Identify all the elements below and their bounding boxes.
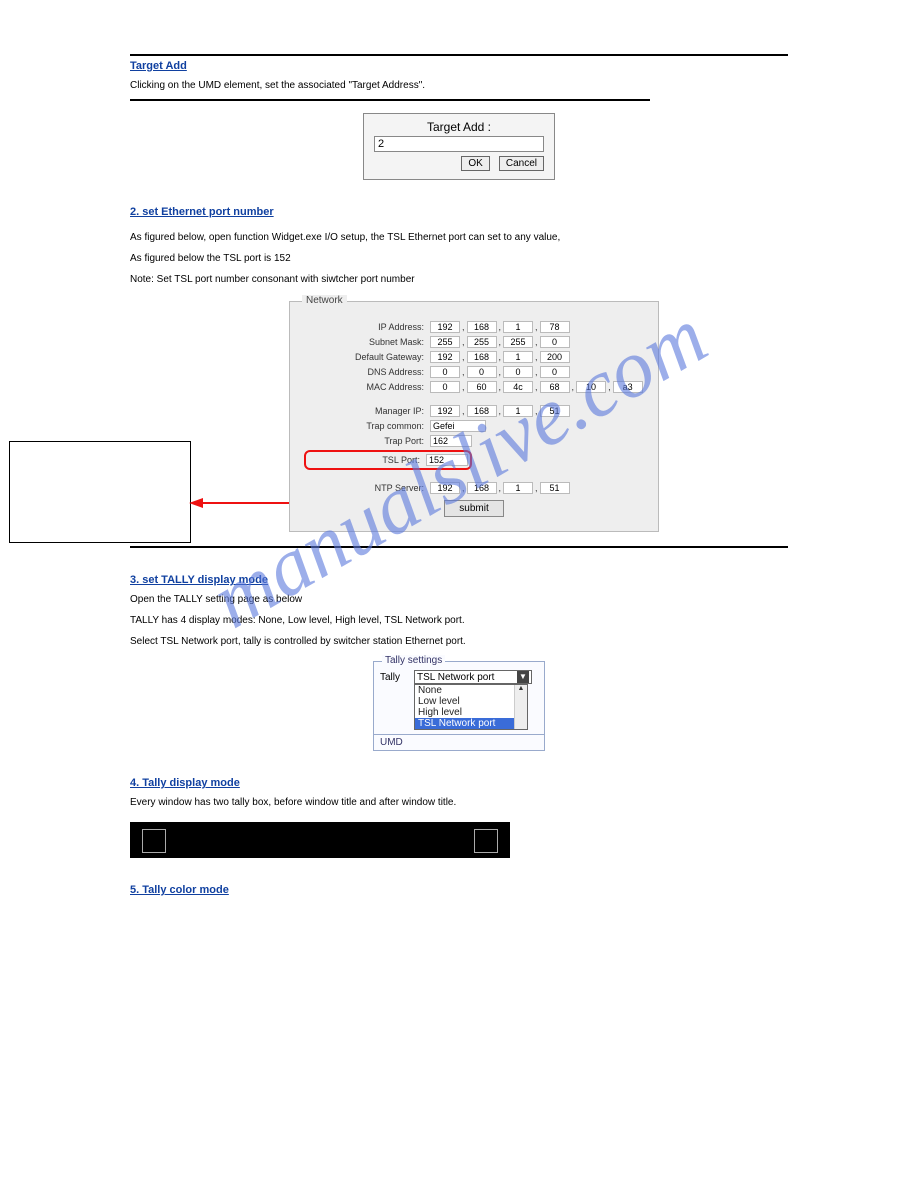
chevron-down-icon: ▼	[517, 671, 529, 683]
dns-o2[interactable]	[467, 366, 497, 378]
gw-label: Default Gateway:	[304, 352, 430, 362]
mac-o3[interactable]	[503, 381, 533, 393]
ip-o1[interactable]	[430, 321, 460, 333]
ethernet-body1: As figured below, open function Widget.e…	[130, 230, 788, 245]
mask-o1[interactable]	[430, 336, 460, 348]
mac-o4[interactable]	[540, 381, 570, 393]
tally-preview-bar	[130, 822, 510, 858]
scroll-up-icon[interactable]: ▲	[515, 685, 527, 695]
section-tally-title: 3. set TALLY display mode	[130, 574, 788, 586]
target-add-input[interactable]	[374, 136, 544, 152]
ntp-o1[interactable]	[430, 482, 460, 494]
trapc-input[interactable]	[430, 420, 486, 432]
target-add-label: Target Add :	[374, 120, 544, 134]
tallydisp-body: Every window has two tally box, before w…	[130, 795, 788, 810]
mgr-label: Manager IP:	[304, 406, 430, 416]
tsl-label: TSL Port:	[308, 455, 426, 465]
tally-body1: Open the TALLY setting page as below	[130, 592, 788, 607]
tally-dropdown-list[interactable]: ▲ None Low level High level TSL Network …	[414, 684, 528, 730]
mac-o5[interactable]	[576, 381, 606, 393]
tsl-highlight: TSL Port:	[304, 450, 472, 470]
ntp-o4[interactable]	[540, 482, 570, 494]
mask-o3[interactable]	[503, 336, 533, 348]
tally-option-tsl[interactable]: TSL Network port	[415, 718, 527, 729]
ntp-o2[interactable]	[467, 482, 497, 494]
tally-option-high[interactable]: High level	[415, 707, 527, 718]
rule-1	[130, 99, 650, 101]
tally-box-right	[474, 829, 498, 853]
trapp-input[interactable]	[430, 435, 472, 447]
network-legend: Network	[302, 295, 347, 306]
tally-body2: TALLY has 4 display modes: None, Low lev…	[130, 613, 788, 628]
dns-o3[interactable]	[503, 366, 533, 378]
gw-o3[interactable]	[503, 351, 533, 363]
gw-o2[interactable]	[467, 351, 497, 363]
ip-o2[interactable]	[467, 321, 497, 333]
tally-dropdown-value: TSL Network port	[417, 672, 494, 683]
mac-o6[interactable]	[613, 381, 643, 393]
mac-o2[interactable]	[467, 381, 497, 393]
section-tallycolor-title: 5. Tally color mode	[130, 884, 788, 896]
callout-box	[9, 441, 191, 543]
tally-dropdown[interactable]: TSL Network port ▼	[414, 670, 532, 684]
ethernet-body2: As figured below the TSL port is 152	[130, 251, 788, 266]
trapp-label: Trap Port:	[304, 436, 430, 446]
cancel-button[interactable]: Cancel	[499, 156, 544, 171]
gw-o1[interactable]	[430, 351, 460, 363]
ntp-label: NTP Server:	[304, 483, 430, 493]
ethernet-note: Note: Set TSL port number consonant with…	[130, 272, 788, 287]
mgr-o4[interactable]	[540, 405, 570, 417]
umd-legend: UMD	[374, 734, 544, 750]
dns-o4[interactable]	[540, 366, 570, 378]
scrollbar[interactable]: ▲	[514, 685, 527, 729]
tally-settings-panel: Tally settings Tally TSL Network port ▼ …	[373, 661, 545, 751]
tally-legend: Tally settings	[382, 655, 445, 666]
ok-button[interactable]: OK	[461, 156, 489, 171]
gw-o4[interactable]	[540, 351, 570, 363]
submit-button[interactable]: submit	[444, 500, 503, 517]
mask-label: Subnet Mask:	[304, 337, 430, 347]
dns-label: DNS Address:	[304, 367, 430, 377]
network-figure: Network IP Address: , , , Subnet Mask: ,…	[289, 301, 629, 532]
mac-label: MAC Address:	[304, 382, 430, 392]
target-add-dialog: Target Add : OK Cancel	[363, 113, 555, 180]
mgr-o2[interactable]	[467, 405, 497, 417]
section-tallydisp-title: 4. Tally display mode	[130, 777, 788, 789]
rule-3	[130, 546, 788, 548]
mgr-o3[interactable]	[503, 405, 533, 417]
section-targetadd-body: Clicking on the UMD element, set the ass…	[130, 78, 788, 93]
mgr-o1[interactable]	[430, 405, 460, 417]
ntp-o3[interactable]	[503, 482, 533, 494]
mask-o2[interactable]	[467, 336, 497, 348]
dns-o1[interactable]	[430, 366, 460, 378]
tally-box-left	[142, 829, 166, 853]
section-ethernet-title: 2. set Ethernet port number	[130, 206, 788, 218]
tally-option-none[interactable]: None	[415, 685, 527, 696]
trapc-label: Trap common:	[304, 421, 430, 431]
mask-o4[interactable]	[540, 336, 570, 348]
ip-o4[interactable]	[540, 321, 570, 333]
tally-label: Tally	[380, 672, 414, 683]
tally-body3: Select TSL Network port, tally is contro…	[130, 634, 788, 649]
mac-o1[interactable]	[430, 381, 460, 393]
ip-o3[interactable]	[503, 321, 533, 333]
ip-label: IP Address:	[304, 322, 430, 332]
tally-option-low[interactable]: Low level	[415, 696, 527, 707]
section-targetadd-title: Target Add	[130, 60, 788, 72]
tsl-input[interactable]	[426, 454, 468, 466]
top-rule	[130, 54, 788, 56]
